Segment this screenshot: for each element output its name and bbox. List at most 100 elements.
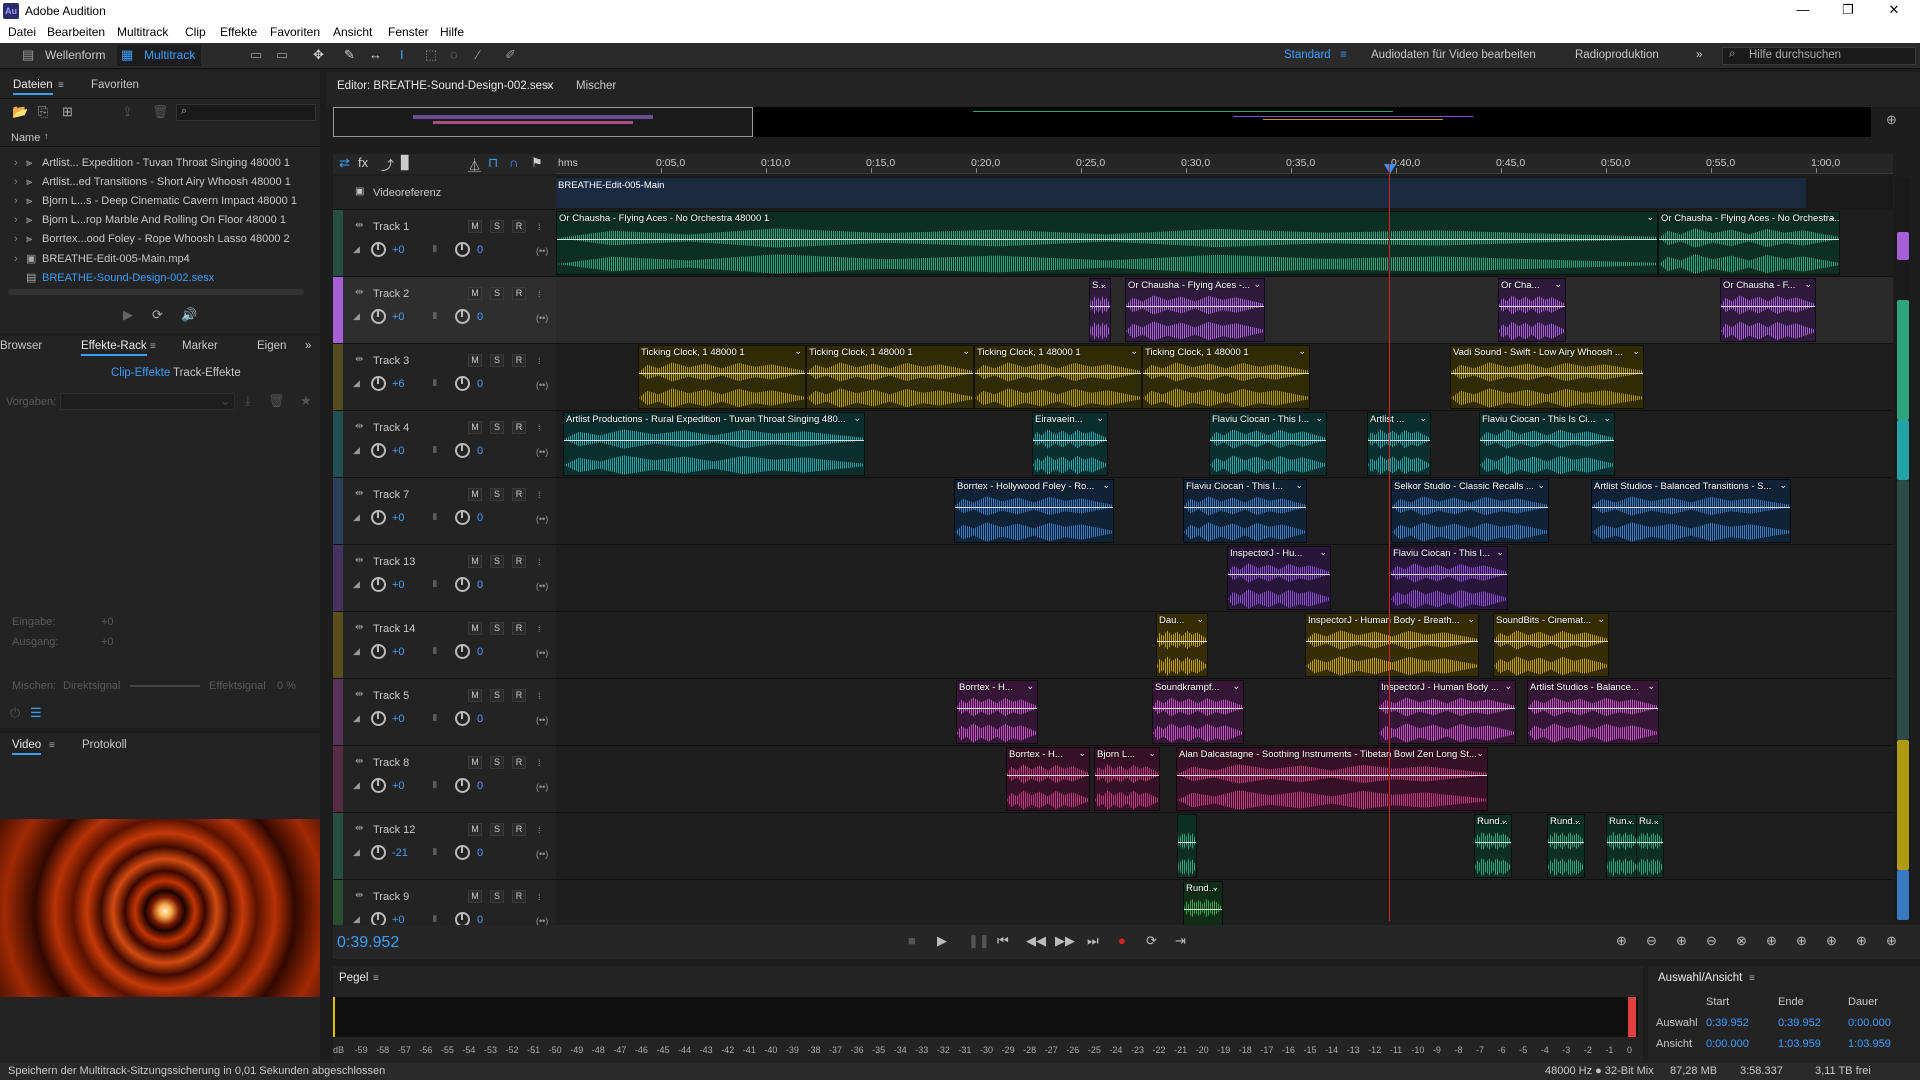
file-item[interactable]: › ⫸ Artlist... Expedition - Tuvan Throat S… bbox=[14, 157, 290, 175]
clip-menu-icon[interactable]: ⌄ bbox=[1102, 480, 1110, 491]
solo-button[interactable]: S bbox=[490, 421, 504, 434]
volume-envelope[interactable] bbox=[1090, 306, 1110, 307]
audio-clip[interactable]: Flaviu Ciocan - This I... ⌄ bbox=[1209, 412, 1327, 476]
pan-value[interactable]: 0 bbox=[477, 646, 483, 658]
clip-menu-icon[interactable]: ⌄ bbox=[1078, 748, 1086, 759]
clip-menu-icon[interactable]: ⌄ bbox=[1597, 614, 1605, 625]
record-arm-button[interactable]: R bbox=[512, 689, 526, 702]
file-item[interactable]: › ⫸ Artlist...ed Transitions - Short Airy … bbox=[14, 176, 291, 194]
solo-button[interactable]: S bbox=[490, 756, 504, 769]
volume-value[interactable]: +0 bbox=[392, 445, 405, 457]
volume-envelope[interactable] bbox=[1494, 641, 1608, 642]
healing-tool-icon[interactable]: ✐ bbox=[505, 47, 516, 63]
expand-icon[interactable]: › bbox=[14, 195, 26, 207]
file-item[interactable]: › ⫸ Bjorn L...rop Marble And Rolling On Fl… bbox=[14, 214, 286, 232]
clip-menu-icon[interactable]: ⌄ bbox=[962, 346, 970, 357]
menu-bearbeiten[interactable]: Bearbeiten bbox=[47, 25, 105, 39]
mute-button[interactable]: M bbox=[468, 823, 482, 836]
autoplay-icon[interactable]: 🔊 bbox=[181, 307, 197, 323]
mute-button[interactable]: M bbox=[468, 488, 482, 501]
clip-menu-icon[interactable]: ⌄ bbox=[1211, 882, 1219, 893]
track-lane[interactable]: Borrtex - H... ⌄ Bjorn L... ⌄ Alan Dalcastag… bbox=[556, 746, 1893, 813]
pan-value[interactable]: 0 bbox=[477, 311, 483, 323]
clip-menu-icon[interactable]: ⌄ bbox=[1467, 614, 1475, 625]
open-file-icon[interactable]: 📂 bbox=[12, 104, 28, 120]
volume-envelope[interactable] bbox=[1007, 775, 1089, 776]
favorite-star-icon[interactable]: ★ bbox=[300, 393, 312, 409]
drag-handle-icon[interactable]: ⇹ bbox=[355, 287, 363, 298]
volume-value[interactable]: +0 bbox=[392, 646, 405, 658]
audio-clip[interactable]: Borrtex - H... ⌄ bbox=[956, 680, 1038, 744]
clip-menu-icon[interactable]: ⌄ bbox=[1232, 681, 1240, 692]
track-name[interactable]: Track 13 bbox=[373, 556, 415, 568]
volume-envelope[interactable] bbox=[1126, 306, 1264, 307]
stop-icon[interactable]: ■ bbox=[908, 933, 916, 948]
snap-icon[interactable]: ⊓ bbox=[488, 155, 498, 171]
audio-clip[interactable]: Or Cha... ⌄ bbox=[1498, 278, 1566, 342]
expand-icon[interactable]: › bbox=[14, 176, 26, 188]
file-item[interactable]: › ⫸ Borrtex...ood Foley - Rope Whoosh Lass… bbox=[14, 233, 290, 251]
record-arm-button[interactable]: R bbox=[512, 421, 526, 434]
track-name[interactable]: Track 9 bbox=[373, 891, 409, 903]
close-icon[interactable]: ✕ bbox=[1884, 2, 1904, 18]
drag-handle-icon[interactable]: ⇹ bbox=[355, 689, 363, 700]
record-arm-button[interactable]: R bbox=[512, 890, 526, 903]
track-lane[interactable]: Borrtex - H... ⌄ Soundkrampf... ⌄ InspectorJ… bbox=[556, 679, 1893, 746]
marker-icon[interactable]: ⚑ bbox=[531, 155, 543, 171]
clip-menu-icon[interactable]: ⌄ bbox=[853, 413, 861, 424]
pan-knob[interactable] bbox=[455, 309, 470, 324]
drag-handle-icon[interactable]: ⇹ bbox=[355, 421, 363, 432]
zoom-out-amplitude-icon[interactable]: ⊖ bbox=[1646, 933, 1657, 949]
audio-clip[interactable]: Or Chausha - Flying Aces - No Orchestra … bbox=[556, 211, 1658, 275]
fast-forward-icon[interactable]: ▶▶ bbox=[1055, 933, 1075, 949]
volume-envelope[interactable] bbox=[1177, 775, 1487, 776]
pan-value[interactable]: 0 bbox=[477, 378, 483, 390]
presets-dropdown[interactable]: ⌄ bbox=[60, 393, 235, 410]
waveform-view-icon[interactable]: ▤ bbox=[22, 47, 34, 63]
brush-tool-icon[interactable]: ⁄ bbox=[477, 47, 479, 62]
razor-tool-icon[interactable]: ✎ bbox=[344, 47, 355, 63]
volume-envelope[interactable] bbox=[1143, 373, 1309, 374]
clip-menu-icon[interactable]: ⌄ bbox=[1537, 480, 1545, 491]
spectral-pitch-icon[interactable]: ▭ bbox=[276, 47, 288, 63]
solo-button[interactable]: S bbox=[490, 890, 504, 903]
file-item-selected[interactable]: ▤ BREATHE-Sound-Design-002.sesx bbox=[14, 271, 214, 289]
input-monitor-icon[interactable]: ⁞ bbox=[538, 490, 541, 500]
volume-envelope[interactable] bbox=[564, 440, 864, 441]
inputs-outputs-icon[interactable]: ⇄ bbox=[339, 155, 350, 171]
audio-clip[interactable]: Flaviu Ciocan - This I... ⌄ bbox=[1183, 479, 1307, 543]
volume-envelope[interactable] bbox=[1210, 440, 1326, 441]
selection-menu-icon[interactable]: ≡ bbox=[1749, 973, 1755, 984]
menu-multitrack[interactable]: Multitrack bbox=[117, 25, 168, 39]
tab-mixer[interactable]: Mischer bbox=[576, 80, 616, 92]
zoom-right-icon[interactable]: ⊕ bbox=[1826, 933, 1837, 949]
expand-icon[interactable]: › bbox=[14, 233, 26, 245]
pan-knob[interactable] bbox=[455, 242, 470, 257]
subtab-track-effects[interactable]: Track-Effekte bbox=[173, 367, 241, 379]
track-header[interactable]: ⇹ Track 14 M S R ⁞ ◢ +0 ⫴ 0 (••) bbox=[333, 612, 556, 679]
volume-envelope[interactable] bbox=[1659, 239, 1839, 240]
video-clip[interactable]: BREATHE-Edit-005-Main bbox=[556, 178, 1806, 208]
expand-icon[interactable]: › bbox=[14, 253, 26, 265]
audio-clip[interactable]: Artlist Studios - Balanced Transitions -… bbox=[1591, 479, 1791, 543]
track-lane[interactable]: Ticking Clock, 1 48000 1 ⌄ Ticking Clock, … bbox=[556, 344, 1893, 411]
track-lane[interactable]: Dau... ⌄ InspectorJ - Human Body - Breath.… bbox=[556, 612, 1893, 679]
volume-envelope[interactable] bbox=[1379, 708, 1515, 709]
view-duration[interactable]: 1:03.959 bbox=[1848, 1038, 1891, 1050]
volume-value[interactable]: +0 bbox=[392, 579, 405, 591]
effects-menu-icon[interactable]: ≡ bbox=[150, 341, 156, 352]
volume-envelope[interactable] bbox=[1178, 842, 1196, 843]
loop-icon[interactable]: ⟳ bbox=[1146, 933, 1157, 949]
volume-knob[interactable] bbox=[371, 376, 386, 391]
sends-icon[interactable]: ⤴ bbox=[381, 155, 394, 174]
clip-menu-icon[interactable]: ⌄ bbox=[1647, 681, 1655, 692]
solo-button[interactable]: S bbox=[490, 689, 504, 702]
volume-envelope[interactable] bbox=[1184, 507, 1306, 508]
pan-knob[interactable] bbox=[455, 778, 470, 793]
list-icon[interactable]: ☰ bbox=[30, 705, 42, 721]
audio-clip[interactable]: InspectorJ - Human Body ... ⌄ bbox=[1378, 680, 1516, 744]
pan-knob[interactable] bbox=[455, 644, 470, 659]
tab-history[interactable]: Protokoll bbox=[82, 739, 127, 751]
fx-icon[interactable]: fx bbox=[358, 155, 368, 170]
clip-menu-icon[interactable]: ⌄ bbox=[1253, 279, 1261, 290]
